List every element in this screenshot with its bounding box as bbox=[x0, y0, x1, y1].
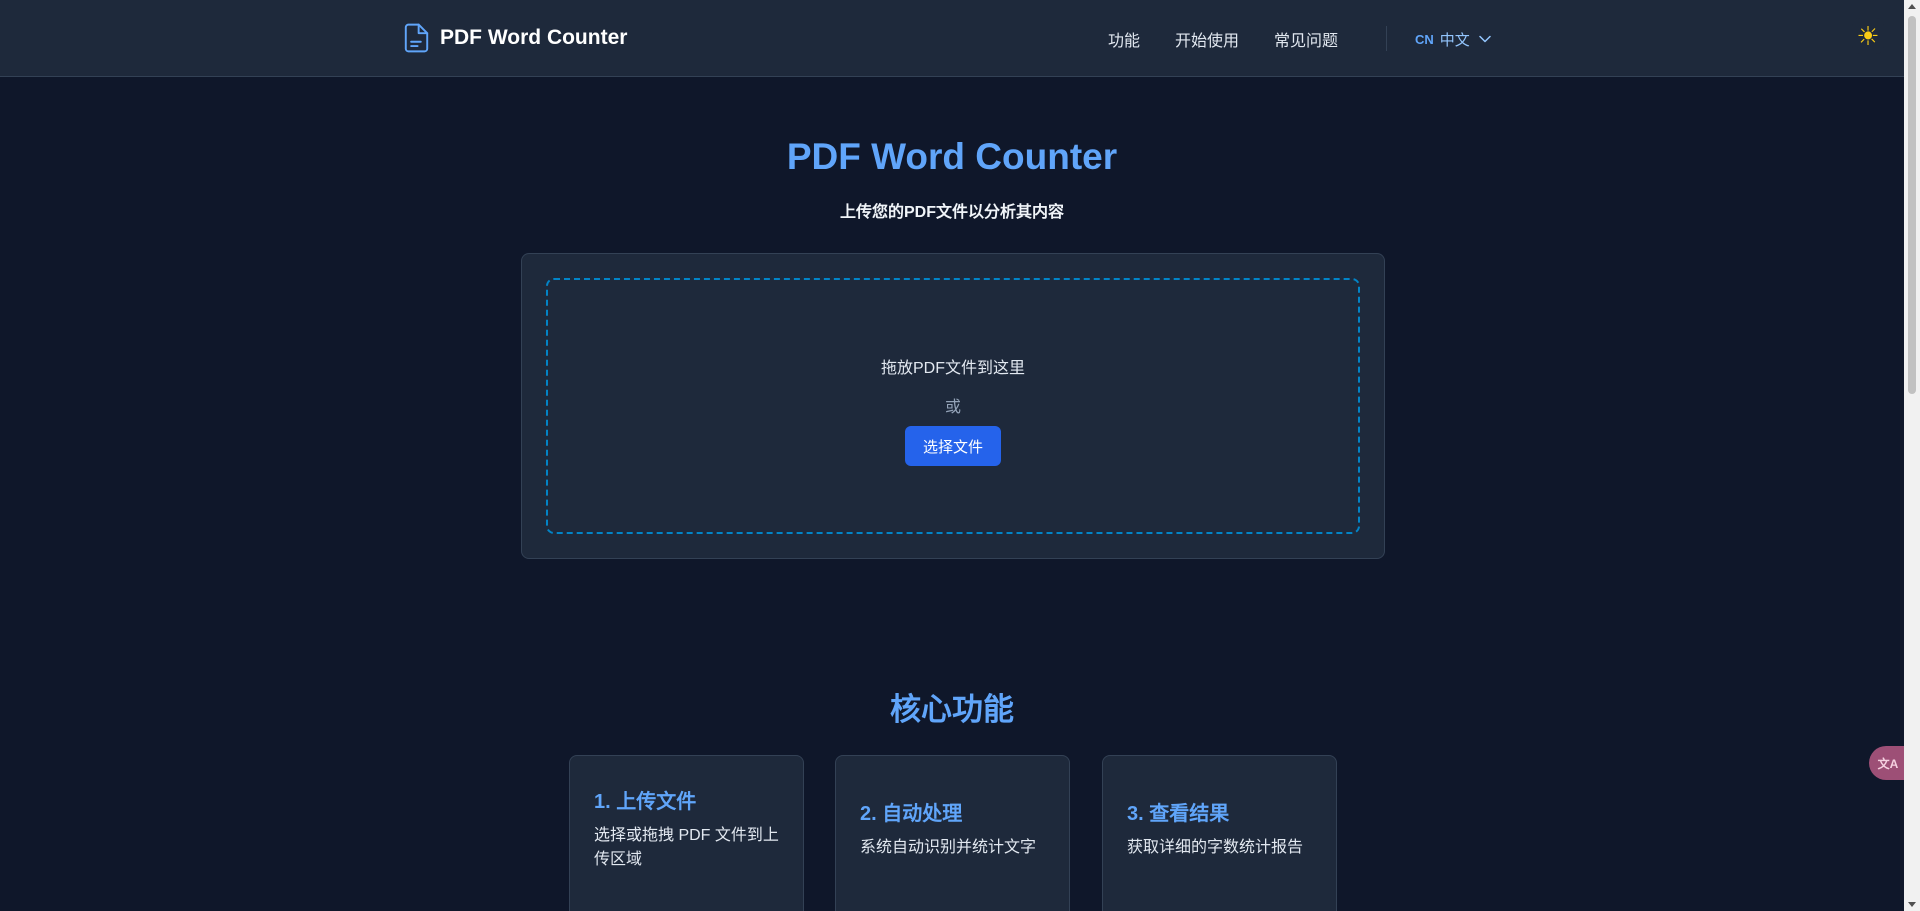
page-subtitle: 上传您的PDF文件以分析其内容 bbox=[839, 204, 1064, 221]
document-icon bbox=[404, 23, 429, 53]
feature-card-process: 2. 自动处理 系统自动识别并统计文字 bbox=[835, 755, 1070, 911]
select-file-button[interactable]: 选择文件 bbox=[905, 426, 1001, 466]
scrollbar-thumb[interactable] bbox=[1908, 16, 1916, 394]
language-code: CN bbox=[1415, 31, 1434, 47]
feature-description: 选择或拖拽 PDF 文件到上传区域 bbox=[594, 827, 779, 868]
translate-icon: 文A bbox=[1877, 756, 1899, 771]
main-nav: 功能 开始使用 常见问题 bbox=[1108, 26, 1338, 52]
feature-card-results: 3. 查看结果 获取详细的字数统计报告 bbox=[1102, 755, 1337, 911]
feature-title: 1. 上传文件 bbox=[594, 791, 697, 813]
nav-divider bbox=[1386, 26, 1387, 51]
language-label: 中文 bbox=[1439, 31, 1470, 49]
dropzone-text: 拖放PDF文件到这里 bbox=[880, 360, 1025, 377]
nav-link-get-started[interactable]: 开始使用 bbox=[1175, 27, 1239, 51]
nav-link-features[interactable]: 功能 bbox=[1108, 27, 1140, 51]
language-selector[interactable]: CN 中文 bbox=[1415, 28, 1491, 50]
feature-description: 获取详细的字数统计报告 bbox=[1127, 839, 1304, 856]
translate-button[interactable]: 文A bbox=[1869, 746, 1907, 780]
feature-description: 系统自动识别并统计文字 bbox=[860, 839, 1037, 856]
scroll-down-arrow-icon[interactable] bbox=[1908, 902, 1916, 907]
feature-title: 3. 查看结果 bbox=[1127, 803, 1230, 825]
nav-link-faq[interactable]: 常见问题 bbox=[1274, 27, 1338, 51]
feature-card-upload: 1. 上传文件 选择或拖拽 PDF 文件到上传区域 bbox=[569, 755, 804, 911]
pdf-dropzone[interactable]: 拖放PDF文件到这里 或 选择文件 bbox=[546, 278, 1360, 534]
chevron-down-icon bbox=[1479, 35, 1491, 43]
upload-card: 拖放PDF文件到这里 或 选择文件 bbox=[521, 253, 1385, 559]
page: PDF Word Counter 功能 开始使用 常见问题 CN 中文 ☀ PD… bbox=[0, 0, 1920, 911]
feature-title: 2. 自动处理 bbox=[860, 803, 963, 825]
top-navbar: PDF Word Counter 功能 开始使用 常见问题 CN 中文 ☀ bbox=[0, 0, 1904, 77]
scroll-up-arrow-icon[interactable] bbox=[1908, 4, 1916, 9]
page-title: PDF Word Counter bbox=[786, 136, 1118, 177]
features-title: 核心功能 bbox=[890, 692, 1014, 727]
vertical-scrollbar[interactable] bbox=[1904, 0, 1920, 911]
logo-link[interactable]: PDF Word Counter bbox=[403, 22, 627, 54]
theme-toggle-button[interactable]: ☀ bbox=[1852, 18, 1884, 54]
or-separator: 或 bbox=[944, 399, 961, 416]
logo-text: PDF Word Counter bbox=[440, 26, 628, 49]
sun-icon: ☀ bbox=[1856, 20, 1880, 51]
